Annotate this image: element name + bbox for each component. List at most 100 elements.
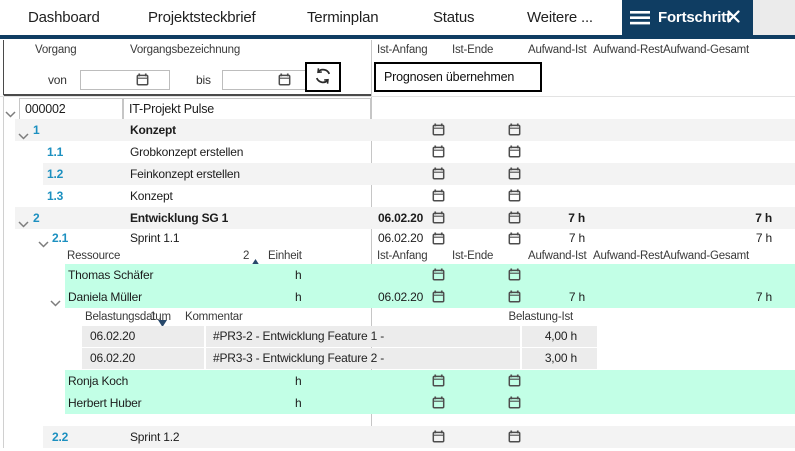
calendar-icon[interactable] (508, 268, 521, 286)
row-background (65, 392, 795, 414)
col-header-ressource[interactable]: Ressource (67, 248, 120, 264)
calendar-icon[interactable] (432, 145, 445, 163)
ist-anfang-value: 06.02.20 (378, 231, 424, 245)
resource-row-ronja[interactable]: Ronja Koch h (0, 370, 795, 392)
belastung-ist-cell: 3,00 h (522, 348, 597, 369)
calendar-icon[interactable] (508, 396, 521, 414)
calendar-icon[interactable] (432, 123, 445, 141)
task-row-1-3[interactable]: 1.3 Konzept (0, 185, 795, 207)
col-header-einheit[interactable]: Einheit (268, 248, 302, 264)
close-icon[interactable] (727, 10, 740, 28)
project-row[interactable]: 000002 IT-Projekt Pulse (0, 96, 795, 120)
task-number: 1 (33, 123, 40, 137)
project-id-field[interactable]: 000002 (19, 98, 123, 120)
resource-name: Herbert Huber (68, 396, 142, 410)
calendar-icon[interactable] (508, 189, 521, 207)
calendar-icon[interactable] (432, 211, 445, 229)
calendar-icon[interactable] (508, 211, 521, 229)
task-name: Konzept (130, 123, 176, 137)
col-header-ist-anfang: Ist-Anfang (377, 44, 428, 56)
hamburger-menu-icon[interactable] (630, 11, 650, 30)
calendar-icon[interactable] (508, 123, 521, 141)
calendar-icon[interactable] (432, 167, 445, 185)
tab-dashboard[interactable]: Dashboard (28, 0, 100, 35)
kommentar-cell: #PR3-2 - Entwicklung Feature 1 - (206, 326, 520, 347)
task-row-2[interactable]: 2 Entwicklung SG 1 06.02.20 7 h 7 h (0, 207, 795, 229)
refresh-icon (313, 66, 333, 89)
resource-row-herbert[interactable]: Herbert Huber h (0, 392, 795, 414)
task-row-2-1[interactable]: 2.1 Sprint 1.1 06.02.20 7 h 7 h (0, 229, 795, 248)
calendar-icon[interactable] (432, 268, 445, 286)
von-label: von (48, 73, 67, 87)
resource-row-thomas[interactable]: Thomas Schäfer h (0, 264, 795, 286)
calendar-icon[interactable] (432, 189, 445, 207)
project-name-field[interactable]: IT-Projekt Pulse (123, 98, 371, 120)
col-header-ist-anfang: Ist-Anfang (377, 250, 428, 262)
tab-bar-underline (0, 35, 795, 39)
sort-order-badge: 2 (243, 250, 250, 262)
task-name: Feinkonzept erstellen (130, 167, 240, 181)
kommentar-value: #PR3-3 - Entwicklung Feature 2 - (213, 351, 385, 365)
col-header-aufwand-gesamt: Aufwand-Gesamt (663, 250, 750, 262)
calendar-icon[interactable] (278, 73, 291, 91)
tab-fortschritt-label: Fortschritt (658, 9, 731, 26)
calendar-icon[interactable] (432, 396, 445, 414)
col-header-aufwand-rest: Aufwand-Rest (593, 44, 663, 56)
fortschritt-window: Dashboard Projektsteckbrief Terminplan S… (0, 0, 795, 451)
task-name: Grobkonzept erstellen (130, 145, 244, 159)
task-row-2-2[interactable]: 2.2 Sprint 1.2 (0, 426, 795, 448)
col-header-aufwand-gesamt: Aufwand-Gesamt (663, 44, 750, 56)
einheit-value: h (295, 268, 302, 282)
calendar-icon[interactable] (508, 290, 521, 308)
prognosen-uebernehmen-button[interactable]: Prognosen übernehmen (374, 62, 542, 92)
tab-fortschritt-active[interactable]: Fortschritt (622, 0, 753, 35)
resource-header-row: Ressource 2 Einheit Ist-Anfang Ist-Ende … (0, 248, 795, 266)
bis-label: bis (196, 73, 211, 87)
einheit-value: h (295, 374, 302, 388)
resource-row-daniela[interactable]: Daniela Müller h 06.02.20 7 h 7 h (0, 286, 795, 308)
col-header-aufwand-rest: Aufwand-Rest (593, 250, 663, 262)
kommentar-value: #PR3-2 - Entwicklung Feature 1 - (213, 329, 385, 343)
calendar-icon[interactable] (432, 290, 445, 308)
belastung-ist-value: 4,00 h (544, 329, 577, 343)
task-number: 1.1 (47, 145, 64, 159)
col-header-kommentar[interactable]: Kommentar (185, 308, 243, 326)
task-name: Konzept (130, 189, 173, 203)
belastung-row[interactable]: 06.02.20 #PR3-3 - Entwicklung Feature 2 … (0, 348, 795, 369)
tab-bar-filler (753, 0, 795, 35)
tab-projektsteckbrief[interactable]: Projektsteckbrief (148, 0, 256, 35)
einheit-value: h (295, 290, 302, 304)
belastung-row[interactable]: 06.02.20 #PR3-2 - Entwicklung Feature 1 … (0, 326, 795, 347)
aufwand-ist-value: 7 h (568, 231, 585, 245)
task-row-1-1[interactable]: 1.1 Grobkonzept erstellen (0, 141, 795, 163)
refresh-button[interactable] (305, 62, 341, 92)
tab-terminplan[interactable]: Terminplan (307, 0, 379, 35)
aufwand-ist-value: 7 h (568, 211, 585, 225)
task-number: 1.2 (47, 167, 64, 181)
task-name: Entwicklung SG 1 (130, 211, 229, 225)
task-row-1[interactable]: 1 Konzept (0, 119, 795, 141)
von-date-input[interactable] (80, 70, 170, 90)
calendar-icon[interactable] (508, 430, 521, 448)
resource-name: Ronja Koch (68, 374, 129, 388)
belastung-ist-value: 3,00 h (544, 351, 577, 365)
task-number: 1.3 (47, 189, 64, 203)
calendar-icon[interactable] (508, 167, 521, 185)
bis-date-input[interactable] (222, 70, 312, 90)
calendar-icon[interactable] (136, 73, 149, 91)
aufwand-gesamt-value: 7 h (755, 211, 772, 225)
calendar-icon[interactable] (508, 374, 521, 392)
calendar-icon[interactable] (508, 145, 521, 163)
col-header-vorgang: Vorgang (35, 44, 77, 56)
tab-status[interactable]: Status (433, 0, 475, 35)
row-background (65, 370, 795, 392)
tab-weitere[interactable]: Weitere ... (527, 0, 593, 35)
task-row-1-2[interactable]: 1.2 Feinkonzept erstellen (0, 163, 795, 185)
einheit-value: h (295, 396, 302, 410)
belastung-ist-cell: 4,00 h (522, 326, 597, 347)
belastungsdatum-cell: 06.02.20 (82, 348, 204, 369)
calendar-icon[interactable] (432, 374, 445, 392)
col-header-ist-ende: Ist-Ende (452, 250, 494, 262)
row-background (65, 264, 795, 286)
calendar-icon[interactable] (432, 430, 445, 448)
